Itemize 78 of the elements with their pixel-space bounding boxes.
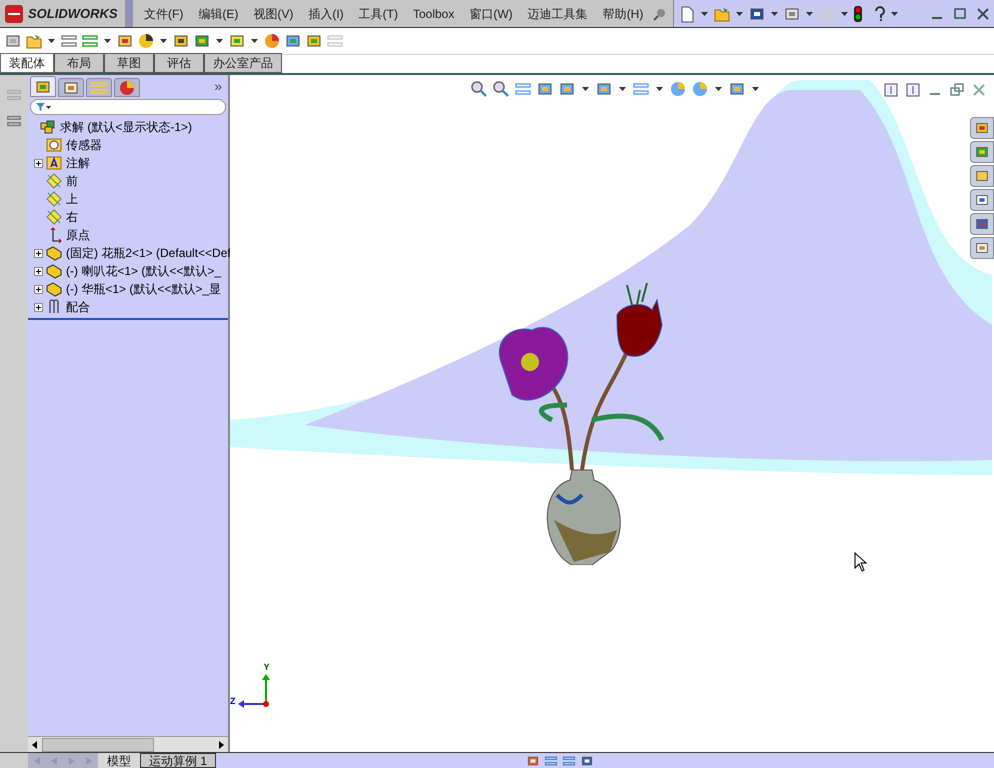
task-pane-tab[interactable] [970,189,994,211]
expand-icon[interactable] [34,302,43,312]
horizontal-scrollbar[interactable] [28,736,228,752]
tree-item[interactable]: 传感器 [66,136,102,154]
caret-icon[interactable] [771,12,778,16]
bottom-tab[interactable]: 模型 [98,753,140,768]
zoom-fit-icon[interactable] [470,80,488,98]
pin-icon[interactable] [653,6,668,20]
insert-component-icon[interactable] [25,32,43,50]
caret-icon[interactable] [736,12,744,16]
task-pane-tab[interactable] [970,141,994,163]
tree-item[interactable]: (-) 喇叭花<1> (默认<<默认>_ [66,262,222,280]
tree-item[interactable]: 右 [66,208,78,226]
menu-item[interactable]: Toolbox [412,4,454,22]
tree-item[interactable]: 求解 (默认<显示状态-1>) [60,118,192,136]
logo-icon [4,4,24,24]
plane-icon [45,190,63,208]
triad-y-label: Y [263,663,270,672]
menu-item[interactable]: 帮助(H) [602,4,644,22]
task-pane-tab[interactable] [970,213,994,235]
caret-icon[interactable] [701,12,708,16]
split-view-icon[interactable] [884,83,898,97]
tree-item[interactable]: 注解 [66,154,90,172]
expand-panel-button[interactable]: » [214,76,228,97]
tree-item[interactable]: 前 [66,172,78,190]
menu-item[interactable]: 编辑(E) [198,4,238,22]
menu-item[interactable]: 插入(I) [308,4,344,22]
tree-item[interactable]: 配合 [66,298,90,316]
help-icon[interactable] [874,6,886,22]
filter-icon[interactable] [35,102,51,112]
filter-field[interactable] [30,99,226,115]
expand-icon[interactable] [34,266,43,276]
tree-item[interactable]: (-) 华瓶<1> (默认<<默认>_显 [66,280,222,298]
command-tab[interactable]: 评估 [154,53,204,73]
tree-item[interactable]: 上 [66,190,78,208]
expand-icon[interactable] [34,248,43,258]
split-view-icon[interactable] [906,83,920,97]
bottom-tab[interactable]: 运动算例 1 [140,753,216,768]
restore-icon[interactable] [950,83,964,97]
caret-icon[interactable] [160,39,167,43]
menu-separator [125,0,133,27]
caret-icon[interactable] [841,12,848,16]
panel-tab[interactable] [30,76,56,97]
menu-item[interactable]: 窗口(W) [469,4,513,22]
axis-triad-icon [236,672,272,708]
zoom-area-icon[interactable] [492,80,510,98]
tree-item[interactable]: (固定) 花瓶2<1> (Default<<Def [66,244,231,262]
expand-icon[interactable] [34,284,43,294]
triad-z-label: Z [230,697,236,706]
caret-icon[interactable] [251,39,258,43]
command-tab[interactable]: 办公室产品 [204,53,282,73]
menu-item[interactable]: 工具(T) [358,4,398,22]
command-tab[interactable]: 布局 [54,53,104,73]
plane-icon [45,172,63,190]
menu-item[interactable]: 迈迪工具集 [528,4,588,22]
maximize-icon[interactable] [953,6,967,20]
panel-tab[interactable] [114,78,140,97]
menu-item[interactable]: 文件(F) [144,4,184,22]
task-pane-tab[interactable] [970,165,994,187]
expand-icon[interactable] [34,158,43,168]
plane-icon [45,208,63,226]
tree-item[interactable]: 原点 [66,226,90,244]
command-tab[interactable]: 装配体 [0,53,54,73]
caret-icon[interactable] [104,39,111,43]
caret-icon[interactable] [216,39,223,43]
command-tab[interactable]: 草图 [104,53,154,73]
traffic-light-icon[interactable] [853,4,864,22]
task-pane-tab[interactable] [970,117,994,139]
app-logo-text: SOLIDWORKS [28,4,118,23]
task-pane-tab[interactable] [970,237,994,259]
caret-icon[interactable] [48,39,55,43]
close-icon[interactable] [976,6,990,20]
mouse-cursor-icon [854,552,868,572]
caret-icon[interactable] [806,12,814,16]
caret-icon[interactable] [891,12,898,16]
menu-item[interactable]: 视图(V) [253,4,294,22]
panel-tab[interactable] [58,78,84,97]
scroll-thumb[interactable] [42,738,154,752]
